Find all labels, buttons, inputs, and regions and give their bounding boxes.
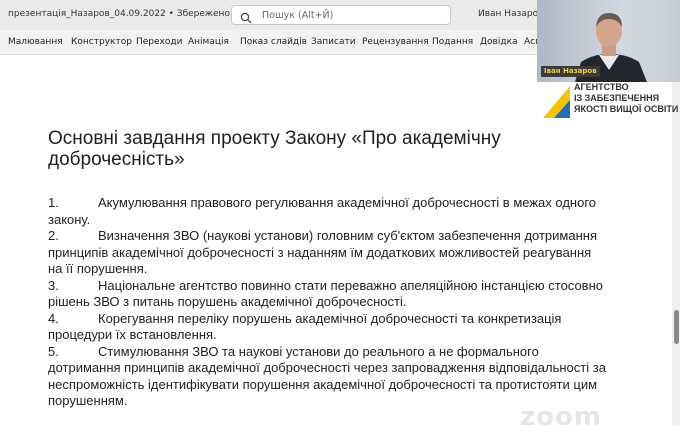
list-item-number: 2. — [48, 228, 59, 243]
search-placeholder: Пошук (Alt+Й) — [262, 10, 334, 21]
list-item: 1. Акумулювання правового регулювання ака… — [48, 195, 608, 228]
tab-draw[interactable]: Малювання — [8, 37, 63, 47]
list-item-number: 1. — [48, 195, 59, 210]
tab-animations[interactable]: Анімація — [188, 37, 229, 47]
tab-view[interactable]: Подання — [432, 37, 473, 47]
tab-slide-show[interactable]: Показ слайдів — [240, 37, 307, 47]
list-item-number: 4. — [48, 310, 59, 326]
speaker-name-label: Іван Назаров — [541, 66, 600, 77]
tab-transitions[interactable]: Переходи — [136, 37, 182, 47]
scrollbar-thumb[interactable] — [674, 310, 679, 344]
list-item-text: Визначення ЗВО (наукові установи) головн… — [48, 228, 597, 276]
list-item-text: Корегування переліку порушень академічно… — [48, 310, 562, 343]
list-item-text: Стимулювання ЗВО та наукові установи до … — [48, 343, 606, 409]
slide-title: Основні завдання проекту Закону «Про ака… — [48, 128, 501, 170]
list-item-text: Акумулювання правового регулювання акаде… — [48, 195, 597, 227]
list-item: 5. Стимулювання ЗВО та наукові установи д… — [48, 344, 608, 410]
list-item: 3. Національне агентство повинно стати пе… — [48, 278, 608, 311]
agency-logo-text: АГЕНТСТВО ІЗ ЗАБЕЗПЕЧЕННЯ ЯКОСТІ ВИЩОЇ О… — [574, 82, 678, 115]
tab-review[interactable]: Рецензування — [362, 37, 429, 47]
tab-help[interactable]: Довідка — [480, 37, 518, 47]
list-item-number: 3. — [48, 277, 59, 293]
zoom-watermark: zoom — [520, 402, 602, 432]
account-name[interactable]: Иван Назаров — [478, 9, 543, 19]
tab-record[interactable]: Записати — [311, 37, 356, 47]
list-item: 4. Корегування переліку порушень академіч… — [48, 311, 608, 344]
list-item-text: Національне агентство повинно стати пере… — [48, 277, 603, 310]
list-item-number: 5. — [48, 343, 59, 359]
search-box[interactable]: Пошук (Alt+Й) — [231, 5, 451, 25]
logo-line: ІЗ ЗАБЕЗПЕЧЕННЯ — [574, 93, 660, 103]
slide-task-list: 1. Акумулювання правового регулювання ака… — [48, 195, 608, 410]
tab-design[interactable]: Конструктор — [71, 37, 132, 47]
logo-line: ЯКОСТІ ВИЩОЇ ОСВІТИ — [574, 104, 679, 114]
search-icon — [240, 9, 252, 28]
list-item: 2. Визначення ЗВО (наукові установи) голо… — [48, 228, 608, 278]
logo-line: АГЕНТСТВО — [574, 82, 629, 92]
